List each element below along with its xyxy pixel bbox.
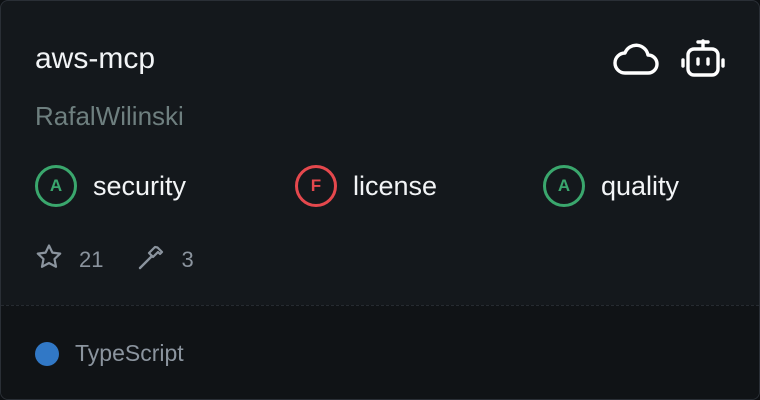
repo-author[interactable]: RafalWilinski xyxy=(35,99,184,133)
grade-badge-security: A xyxy=(35,165,77,207)
grade-quality[interactable]: A quality xyxy=(543,165,679,207)
grade-badge-quality: A xyxy=(543,165,585,207)
tools-count: 3 xyxy=(181,247,194,272)
star-icon xyxy=(35,243,63,277)
robot-icon xyxy=(681,39,725,79)
language-indicator: TypeScript xyxy=(35,340,184,367)
grade-label-quality: quality xyxy=(601,170,680,201)
hammer-icon xyxy=(137,243,165,277)
repo-stats: 21 3 xyxy=(35,243,194,277)
grade-label-security: security xyxy=(93,170,187,201)
grade-label-license: license xyxy=(353,170,438,201)
grade-security[interactable]: A security xyxy=(35,165,186,207)
card-footer: TypeScript xyxy=(1,305,759,399)
cloud-icon xyxy=(613,42,659,76)
grade-license[interactable]: F license xyxy=(295,165,437,207)
language-name: TypeScript xyxy=(75,340,184,366)
grade-badge-license: F xyxy=(295,165,337,207)
repo-title[interactable]: aws-mcp xyxy=(35,39,155,79)
language-dot xyxy=(35,341,59,366)
stars-count: 21 xyxy=(79,247,104,272)
grade-row: A security F license A quality xyxy=(1,165,759,213)
repo-card[interactable]: aws-mcp RafalWilinski A security F licen… xyxy=(0,0,760,400)
tools-stat: 3 xyxy=(137,243,194,277)
stars-stat: 21 xyxy=(35,243,103,277)
header-icons xyxy=(613,39,725,79)
